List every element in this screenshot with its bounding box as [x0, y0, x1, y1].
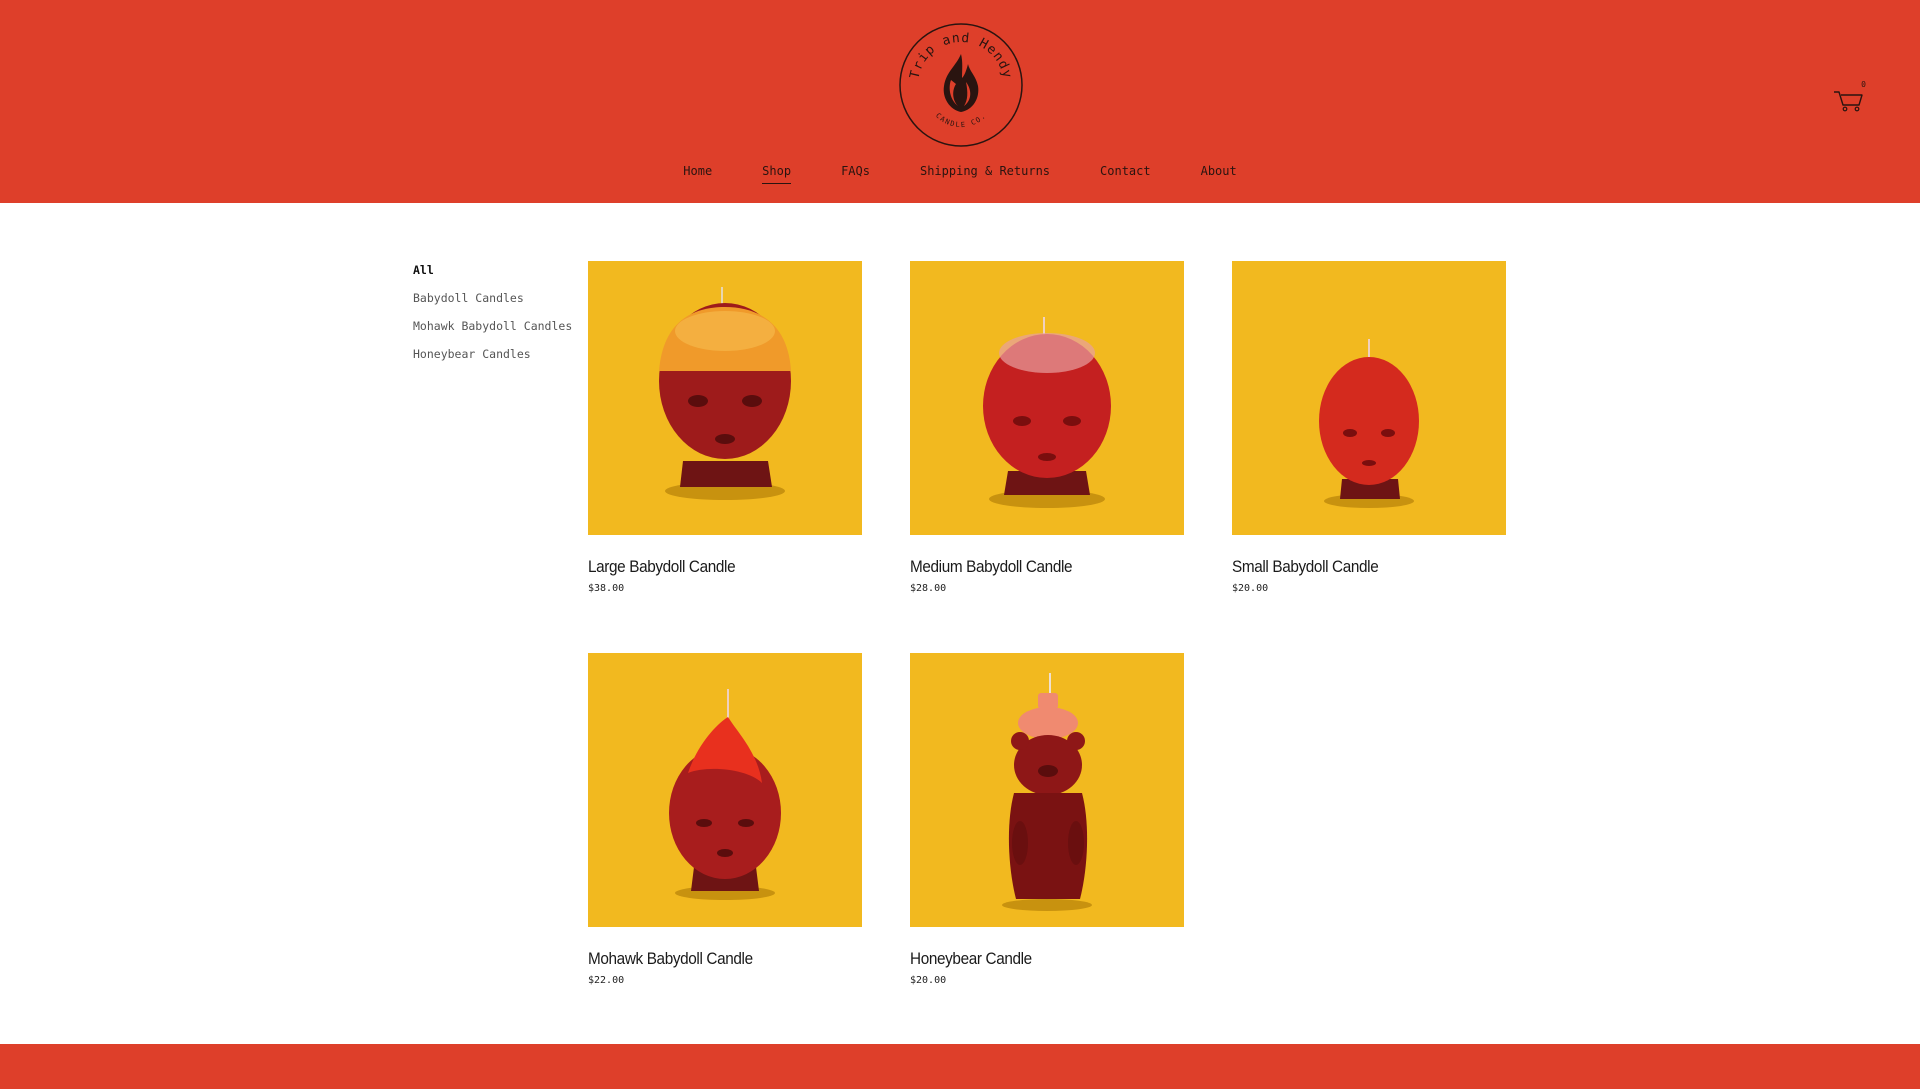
product-card[interactable]: Large Babydoll Candle $38.00: [588, 261, 862, 594]
svg-text:CANDLE CO.: CANDLE CO.: [934, 112, 988, 130]
cart-count: 0: [1861, 80, 1866, 89]
brand-logo[interactable]: Trip and Hendy CANDLE CO.: [896, 20, 1026, 150]
product-price: $28.00: [910, 583, 947, 594]
product-title[interactable]: Mohawk Babydoll Candle: [588, 949, 835, 969]
nav-about[interactable]: About: [1201, 164, 1237, 184]
site-header: Trip and Hendy CANDLE CO. Home Shop FAQs…: [0, 0, 1920, 203]
category-honeybear-candles[interactable]: Honeybear Candles: [413, 347, 573, 361]
cart-button[interactable]: 0: [1832, 80, 1866, 114]
product-title[interactable]: Large Babydoll Candle: [588, 557, 835, 577]
product-price: $38.00: [588, 583, 625, 594]
product-price: $20.00: [910, 975, 947, 986]
product-card[interactable]: Honeybear Candle $20.00: [910, 653, 1184, 986]
product-title[interactable]: Medium Babydoll Candle: [910, 557, 1157, 577]
product-price: $22.00: [588, 975, 625, 986]
product-card[interactable]: Mohawk Babydoll Candle $22.00: [588, 653, 862, 986]
logo-name-bottom: CANDLE CO.: [934, 112, 986, 130]
nav-faqs[interactable]: FAQs: [841, 164, 870, 184]
category-babydoll-candles[interactable]: Babydoll Candles: [413, 291, 573, 305]
honeybear-candle-image[interactable]: [910, 653, 1184, 927]
nav-home[interactable]: Home: [683, 164, 712, 184]
category-all[interactable]: All: [413, 263, 573, 277]
nav-contact[interactable]: Contact: [1100, 164, 1151, 184]
category-sidebar: All Babydoll Candles Mohawk Babydoll Can…: [413, 263, 573, 375]
large-babydoll-candle-image[interactable]: [588, 261, 862, 535]
category-mohawk-babydoll-candles[interactable]: Mohawk Babydoll Candles: [413, 319, 573, 333]
mohawk-babydoll-candle-image[interactable]: [588, 653, 862, 927]
medium-babydoll-candle-image[interactable]: [910, 261, 1184, 535]
product-price: $20.00: [1232, 583, 1269, 594]
nav-shop[interactable]: Shop: [762, 164, 792, 184]
product-card[interactable]: Medium Babydoll Candle $28.00: [910, 261, 1184, 594]
product-card[interactable]: Small Babydoll Candle $20.00: [1232, 261, 1506, 594]
main-nav: Home Shop FAQs Shipping & Returns Contac…: [0, 164, 1920, 184]
product-title[interactable]: Honeybear Candle: [910, 949, 1157, 969]
small-babydoll-candle-image[interactable]: [1232, 261, 1506, 535]
flame-logo-icon: Trip and Hendy CANDLE CO.: [899, 23, 1023, 147]
nav-shipping-returns[interactable]: Shipping & Returns: [920, 164, 1050, 184]
product-title[interactable]: Small Babydoll Candle: [1232, 557, 1479, 577]
site-footer: [0, 1044, 1920, 1089]
